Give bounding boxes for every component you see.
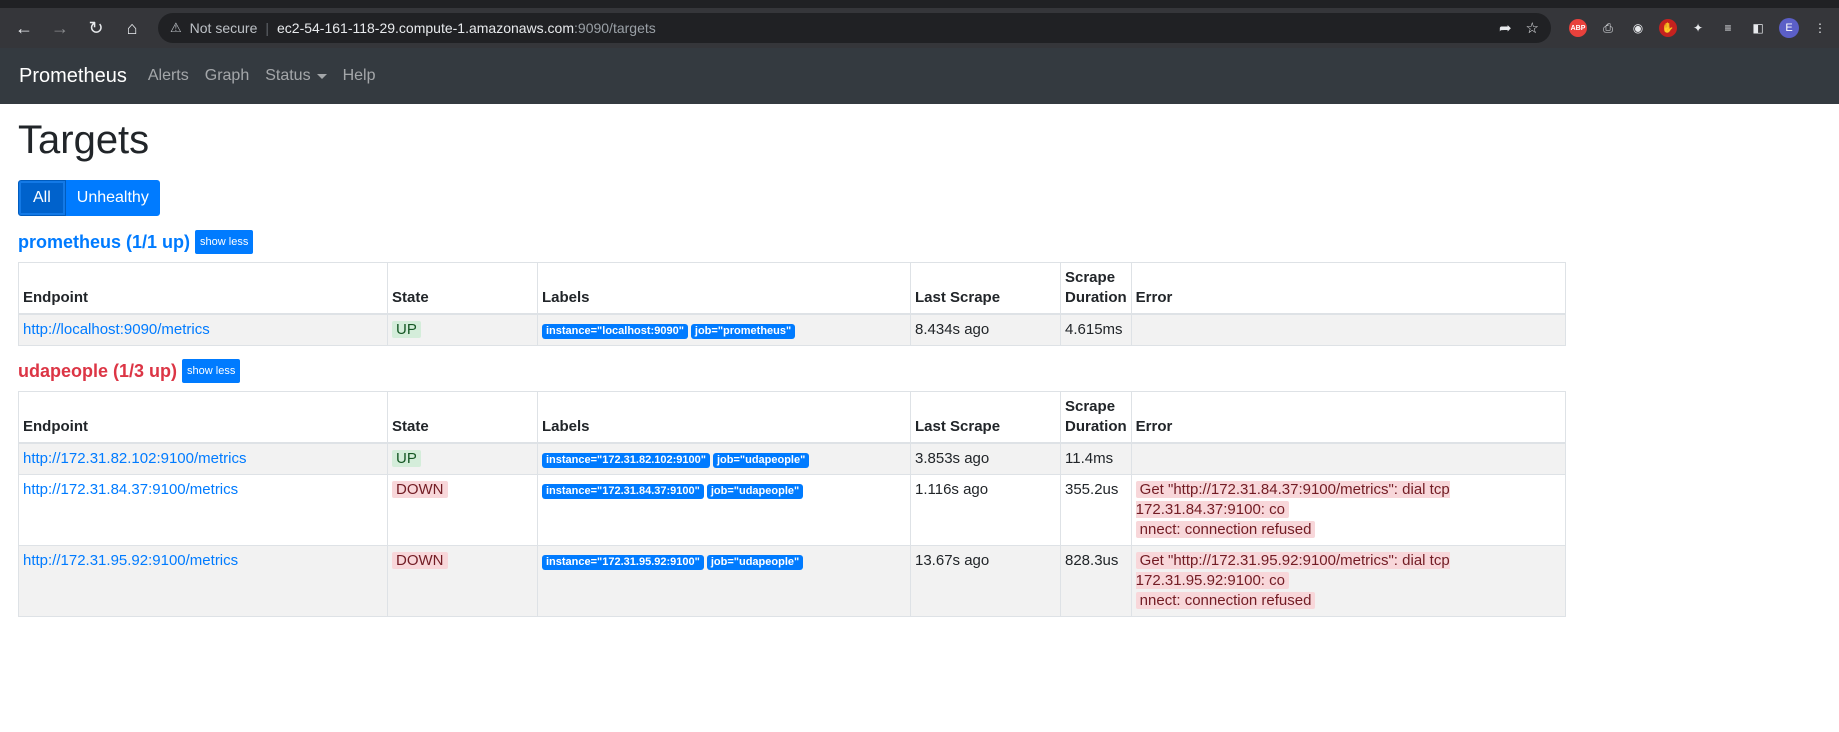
error-message-line: Get "http://172.31.84.37:9100/metrics": …	[1135, 481, 1450, 518]
column-header-endpoint: Endpoint	[18, 262, 388, 315]
endpoint-link[interactable]: http://172.31.82.102:9100/metrics	[23, 450, 246, 467]
scrape-duration-cell: 11.4ms	[1060, 442, 1132, 475]
nav-alerts[interactable]: Alerts	[148, 67, 189, 85]
job-header-udapeople: udapeople (1/3 up) show less	[18, 359, 1821, 383]
reload-icon[interactable]: ↻	[82, 14, 110, 42]
state-badge: UP	[392, 450, 421, 467]
extension-icon[interactable]: ◉	[1629, 19, 1647, 37]
column-header-labels: Labels	[537, 262, 911, 315]
filter-all-button[interactable]: All	[18, 180, 66, 216]
column-header-scrape-duration: Scrape Duration	[1060, 262, 1132, 315]
nav-status-dropdown[interactable]: Status	[265, 67, 327, 85]
column-header-state: State	[387, 262, 538, 315]
browser-toolbar: ← → ↻ ⌂ ⚠ Not secure | ec2-54-161-118-29…	[0, 8, 1839, 48]
column-header-labels: Labels	[537, 391, 911, 444]
column-header-state: State	[387, 391, 538, 444]
warning-icon[interactable]: ⚠	[170, 20, 182, 36]
home-icon[interactable]: ⌂	[118, 14, 146, 42]
error-message-line: nnect: connection refused	[1135, 521, 1316, 538]
back-icon[interactable]: ←	[10, 14, 38, 42]
adblock-icon[interactable]: ABP	[1569, 19, 1587, 37]
stop-hand-icon[interactable]: ✋	[1659, 19, 1677, 37]
error-cell	[1130, 313, 1567, 346]
column-header-error: Error	[1130, 262, 1567, 315]
scrape-duration-cell: 355.2us	[1060, 474, 1132, 546]
address-separator: |	[265, 20, 269, 36]
scrape-duration-cell: 4.615ms	[1060, 313, 1132, 346]
job-title-prometheus[interactable]: prometheus (1/1 up)	[18, 232, 190, 253]
last-scrape-cell: 8.434s ago	[910, 313, 1061, 346]
show-less-button[interactable]: show less	[195, 230, 254, 254]
show-less-button[interactable]: show less	[182, 359, 241, 383]
error-cell: Get "http://172.31.95.92:9100/metrics": …	[1130, 545, 1567, 617]
last-scrape-cell: 13.67s ago	[910, 545, 1061, 617]
label-badge: instance="172.31.84.37:9100"	[542, 484, 704, 499]
error-cell	[1130, 442, 1567, 475]
forward-icon[interactable]: →	[46, 14, 74, 42]
endpoint-link[interactable]: http://172.31.95.92:9100/metrics	[23, 552, 238, 569]
caret-down-icon	[316, 73, 327, 79]
menu-icon[interactable]: ⋮	[1811, 19, 1829, 37]
label-badge: job="udapeople"	[706, 555, 804, 570]
nav-help[interactable]: Help	[343, 67, 376, 85]
nav-graph[interactable]: Graph	[205, 67, 249, 85]
state-badge: DOWN	[392, 552, 448, 569]
state-badge: DOWN	[392, 481, 448, 498]
puzzle-icon[interactable]: ✦	[1689, 19, 1707, 37]
table-row: http://localhost:9090/metrics UP instanc…	[18, 313, 1567, 346]
main-content: Targets All Unhealthy prometheus (1/1 up…	[0, 116, 1839, 617]
extensions-area: ABP ⎙ ◉ ✋ ✦ ≡ ◧ E ⋮	[1569, 18, 1829, 38]
security-label: Not secure	[189, 20, 258, 36]
job-title-udapeople[interactable]: udapeople (1/3 up)	[18, 361, 177, 382]
label-badge: instance="localhost:9090"	[542, 324, 688, 339]
brand-link[interactable]: Prometheus	[19, 65, 127, 88]
label-badge: job="udapeople"	[706, 484, 804, 499]
nav-status-label: Status	[265, 67, 311, 84]
table-row: http://172.31.82.102:9100/metrics UP ins…	[18, 442, 1567, 475]
profile-avatar[interactable]: E	[1779, 18, 1799, 38]
url-text: ec2-54-161-118-29.compute-1.amazonaws.co…	[277, 20, 656, 36]
side-panel-icon[interactable]: ◧	[1749, 19, 1767, 37]
column-header-error: Error	[1130, 391, 1567, 444]
printer-icon[interactable]: ⎙	[1599, 19, 1617, 37]
filter-unhealthy-button[interactable]: Unhealthy	[65, 180, 160, 216]
filter-button-group: All Unhealthy	[18, 180, 1821, 216]
label-badge: instance="172.31.82.102:9100"	[542, 453, 710, 468]
job-header-prometheus: prometheus (1/1 up) show less	[18, 230, 1821, 254]
column-header-last-scrape: Last Scrape	[910, 391, 1061, 444]
table-row: http://172.31.84.37:9100/metrics DOWN in…	[18, 474, 1567, 546]
state-badge: UP	[392, 321, 421, 338]
prometheus-navbar: Prometheus Alerts Graph Status Help	[0, 48, 1839, 104]
table-row: http://172.31.95.92:9100/metrics DOWN in…	[18, 545, 1567, 617]
last-scrape-cell: 1.116s ago	[910, 474, 1061, 546]
column-header-last-scrape: Last Scrape	[910, 262, 1061, 315]
reading-list-icon[interactable]: ≡	[1719, 19, 1737, 37]
page-title: Targets	[18, 118, 150, 162]
label-badge: instance="172.31.95.92:9100"	[542, 555, 704, 570]
endpoint-link[interactable]: http://172.31.84.37:9100/metrics	[23, 481, 238, 498]
url-path: :9090/targets	[574, 20, 656, 36]
column-header-scrape-duration: Scrape Duration	[1060, 391, 1132, 444]
last-scrape-cell: 3.853s ago	[910, 442, 1061, 475]
browser-tab-strip	[0, 0, 1839, 8]
bookmark-star-icon[interactable]: ☆	[1526, 19, 1539, 37]
share-icon[interactable]: ➦	[1499, 19, 1512, 37]
targets-table-udapeople: Endpoint State Labels Last Scrape Scrape…	[18, 391, 1567, 617]
error-message-line: nnect: connection refused	[1135, 592, 1316, 609]
targets-table-prometheus: Endpoint State Labels Last Scrape Scrape…	[18, 262, 1567, 346]
endpoint-link[interactable]: http://localhost:9090/metrics	[23, 321, 210, 338]
url-host: ec2-54-161-118-29.compute-1.amazonaws.co…	[277, 20, 575, 36]
column-header-endpoint: Endpoint	[18, 391, 388, 444]
label-badge: job="prometheus"	[690, 324, 796, 339]
error-message-line: Get "http://172.31.95.92:9100/metrics": …	[1135, 552, 1450, 589]
address-bar[interactable]: ⚠ Not secure | ec2-54-161-118-29.compute…	[158, 13, 1551, 43]
scrape-duration-cell: 828.3us	[1060, 545, 1132, 617]
error-cell: Get "http://172.31.84.37:9100/metrics": …	[1130, 474, 1567, 546]
label-badge: job="udapeople"	[712, 453, 810, 468]
